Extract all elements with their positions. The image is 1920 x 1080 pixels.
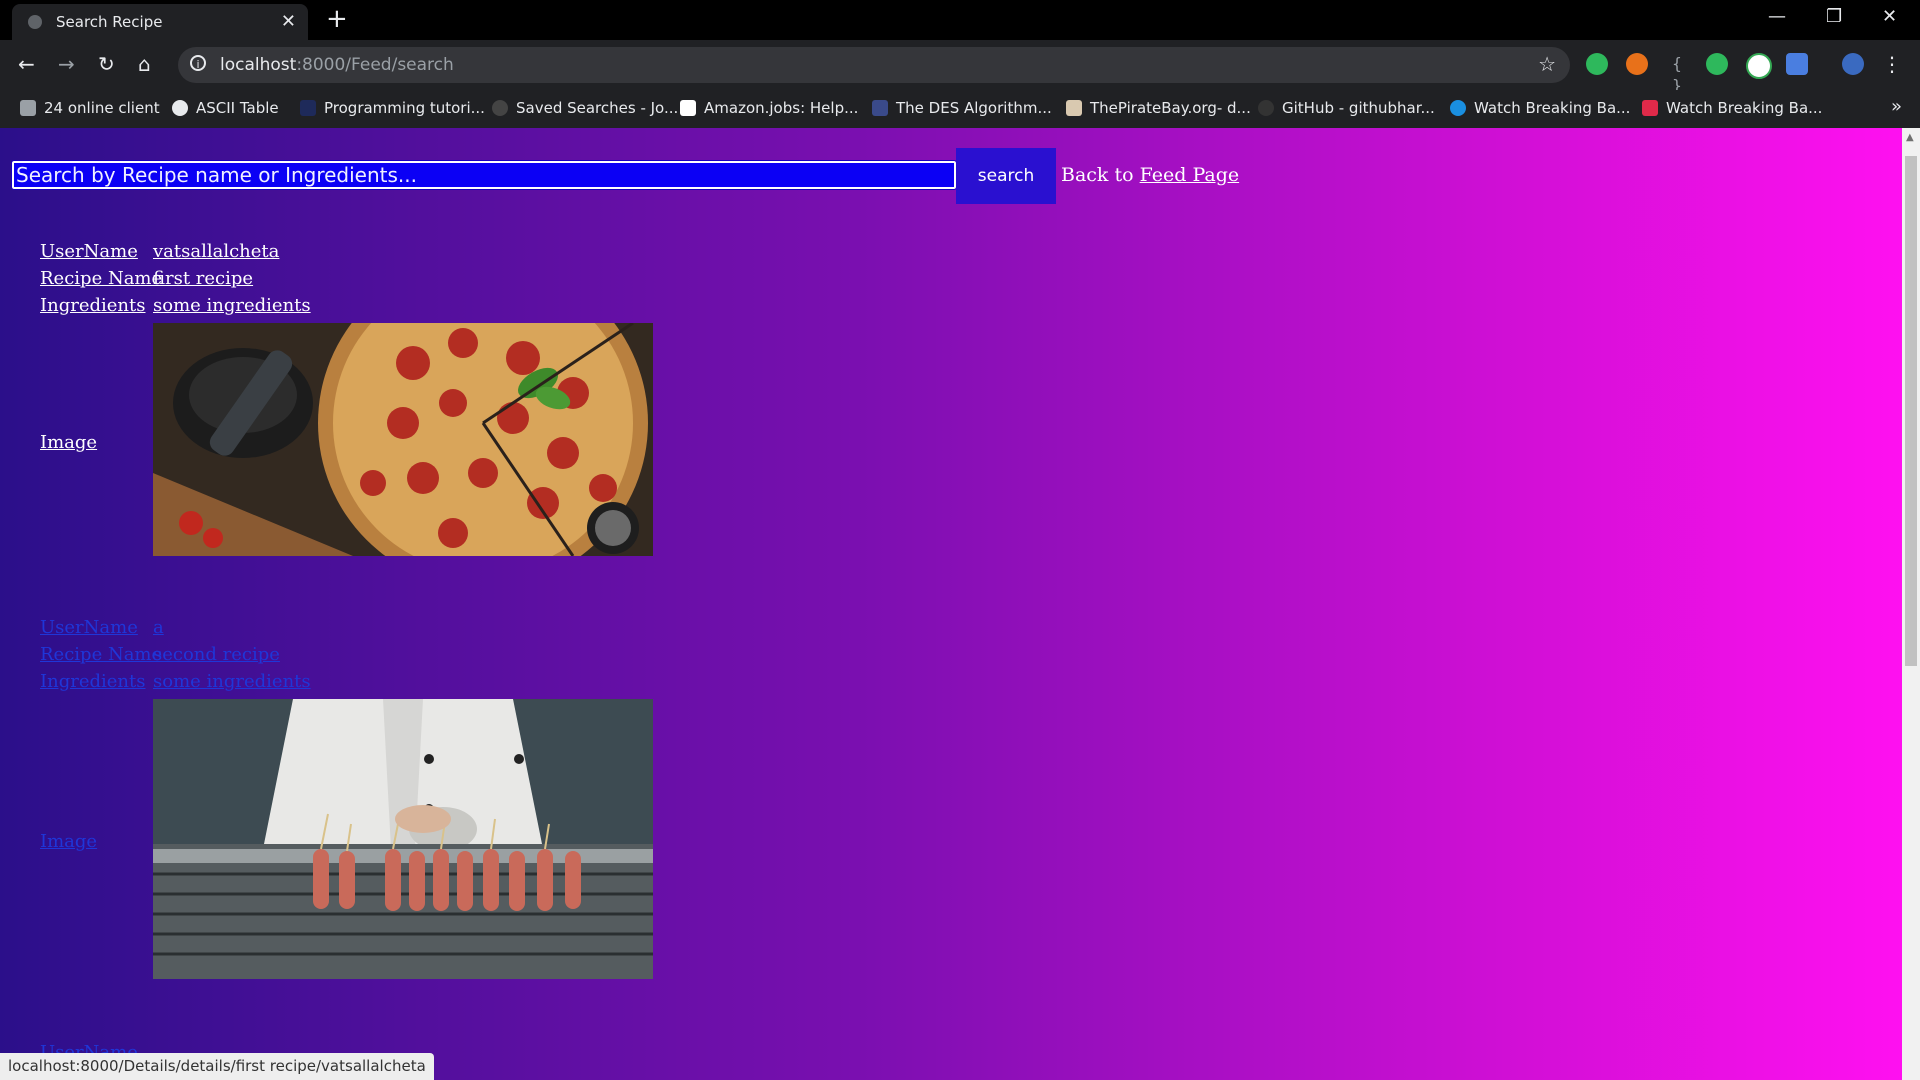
bookmark-item[interactable]: Watch Breaking Ba... — [1642, 99, 1822, 117]
bookmark-item[interactable]: GitHub - githubhar... — [1258, 99, 1435, 117]
image-label[interactable]: Image — [40, 432, 97, 453]
bookmark-item[interactable]: The DES Algorithm... — [872, 99, 1052, 117]
scrollbar-thumb[interactable] — [1905, 156, 1917, 666]
search-input[interactable] — [11, 160, 957, 190]
apple-icon — [492, 100, 508, 116]
cloud-icon — [20, 100, 36, 116]
bookmark-item[interactable]: ASCII Table — [172, 99, 279, 117]
restore-icon[interactable]: ❐ — [1826, 6, 1842, 27]
menu-dots-icon[interactable]: ⋮ — [1882, 52, 1902, 76]
site-icon — [300, 100, 316, 116]
vertical-scrollbar[interactable]: ▲ — [1902, 128, 1920, 1080]
tab-favicon-icon — [28, 15, 42, 29]
username-label[interactable]: UserName — [40, 241, 138, 262]
browser-tab[interactable]: Search Recipe ✕ — [12, 4, 308, 40]
title-bar: Search Recipe ✕ + — ❐ ✕ — [0, 0, 1920, 40]
github-icon — [1258, 100, 1274, 116]
close-window-icon[interactable]: ✕ — [1882, 6, 1897, 27]
status-url-bar: localhost:8000/Details/details/first rec… — [0, 1053, 434, 1080]
ingredients-value[interactable]: some ingredients — [153, 295, 311, 316]
amazon-icon — [680, 100, 696, 116]
username-value[interactable]: a — [153, 617, 164, 638]
green-extension-icon[interactable] — [1706, 53, 1728, 75]
bookmark-item[interactable]: ThePirateBay.org- d... — [1066, 99, 1251, 117]
home-icon[interactable]: ⌂ — [138, 52, 151, 76]
ingredients-label[interactable]: Ingredients — [40, 295, 145, 316]
camera-extension-icon[interactable] — [1786, 53, 1808, 75]
page-content: search Back to Feed Page UserName vatsal… — [0, 128, 1902, 1080]
forward-arrow-icon[interactable]: → — [58, 52, 75, 76]
back-to-feed: Back to Feed Page — [1061, 164, 1239, 186]
back-arrow-icon[interactable]: ← — [18, 52, 35, 76]
play-icon — [1450, 100, 1466, 116]
recipe-name-label[interactable]: Recipe Name — [40, 644, 162, 665]
search-button[interactable]: search — [956, 148, 1056, 204]
bookmark-item[interactable]: Programming tutori... — [300, 99, 485, 117]
recipe-image-pizza[interactable] — [153, 323, 653, 556]
username-label[interactable]: UserName — [40, 617, 138, 638]
bookmark-item[interactable]: 24 online client — [20, 99, 160, 117]
globe-extension-icon[interactable] — [1746, 53, 1772, 79]
image-label[interactable]: Image — [40, 831, 97, 852]
bookmark-item[interactable]: Watch Breaking Ba... — [1450, 99, 1630, 117]
recipe-image-grill[interactable] — [153, 699, 653, 979]
new-tab-button[interactable]: + — [326, 4, 348, 34]
recipe-name-value[interactable]: first recipe — [153, 268, 253, 289]
site-info-icon[interactable]: i — [190, 55, 206, 71]
bookmark-item[interactable]: Amazon.jobs: Help... — [680, 99, 858, 117]
ship-icon — [1066, 100, 1082, 116]
bookmark-item[interactable]: Saved Searches - Jo... — [492, 99, 678, 117]
pizza-image — [153, 323, 653, 556]
ingredients-label[interactable]: Ingredients — [40, 671, 145, 692]
address-bar[interactable]: i localhost:8000/Feed/search ☆ — [178, 47, 1570, 83]
feed-page-link[interactable]: Feed Page — [1140, 164, 1240, 186]
tab-close-icon[interactable]: ✕ — [281, 11, 296, 32]
braces-extension-icon[interactable]: { } — [1666, 53, 1688, 95]
tab-title: Search Recipe — [56, 13, 163, 31]
more-bookmarks-icon[interactable]: » — [1891, 96, 1902, 117]
shield-extension-icon[interactable] — [1586, 53, 1608, 75]
reload-icon[interactable]: ↻ — [98, 52, 115, 76]
recipe-name-value[interactable]: second recipe — [153, 644, 280, 665]
scroll-up-icon[interactable]: ▲ — [1906, 132, 1914, 143]
site-icon — [872, 100, 888, 116]
bookmark-star-icon[interactable]: ☆ — [1538, 52, 1556, 76]
fire-extension-icon[interactable] — [1626, 53, 1648, 75]
avatar[interactable] — [1842, 53, 1864, 75]
ingredients-value[interactable]: some ingredients — [153, 671, 311, 692]
browser-toolbar: ← → ↻ ⌂ i localhost:8000/Feed/search ☆ {… — [0, 40, 1920, 95]
grill-image — [153, 699, 653, 979]
recipe-name-label[interactable]: Recipe Name — [40, 268, 162, 289]
back-prefix-text: Back to — [1061, 164, 1134, 186]
bookmark-site-icon — [1642, 100, 1658, 116]
minimize-icon[interactable]: — — [1768, 6, 1786, 27]
username-value[interactable]: vatsallalcheta — [153, 241, 279, 262]
url-text: localhost:8000/Feed/search — [220, 55, 454, 75]
bookmarks-bar: 24 online client ASCII Table Programming… — [0, 90, 1920, 128]
globe-icon — [172, 100, 188, 116]
